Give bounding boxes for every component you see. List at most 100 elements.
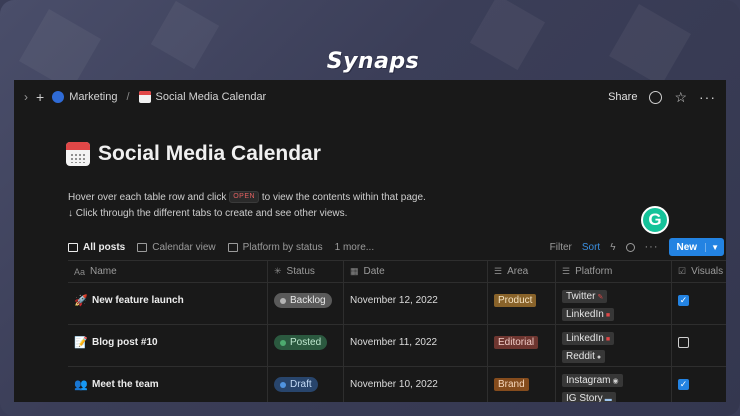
topbar-actions: Share ☆ ··· [608,89,716,106]
synaps-logo: Synaps [318,14,428,74]
visuals-cell[interactable]: ✓ [672,367,726,402]
platform-cell[interactable]: LinkedIn ■ Reddit ● [556,325,672,366]
new-button[interactable]: New ▼ [668,238,724,256]
row-title[interactable]: New feature launch [92,295,184,306]
table-row[interactable]: 👥 Meet the team Draft November 10, 2022 … [68,366,726,402]
date-cell[interactable]: November 10, 2022 [344,367,488,402]
status-cell[interactable]: Backlog [268,283,344,324]
name-cell[interactable]: 📝 Blog post #10 [68,325,268,366]
tab-more[interactable]: 1 more... [335,242,374,253]
breadcrumb: Marketing / Social Media Calendar [52,91,266,103]
posts-table: Aa Name ✳ Status ▦ Date ☰ Area ☰ Platfor… [68,260,726,402]
header-visuals[interactable]: ☑ Visuals [672,261,726,283]
top-bar: › + Marketing / Social Media Calendar Sh… [14,80,726,114]
header-label: Status [286,266,315,277]
chevron-down-icon[interactable]: ▼ [705,242,724,252]
platform-label: Instagram [566,375,611,386]
platform-tag: IG Story ▬ [562,392,616,402]
header-date[interactable]: ▦ Date [344,260,488,283]
share-button[interactable]: Share [608,91,637,103]
platform-tag: LinkedIn ■ [562,308,615,321]
status-dot [280,297,286,304]
row-title[interactable]: Blog post #10 [92,337,158,348]
date-value: November 12, 2022 [350,295,438,306]
breadcrumb-social-media-calendar[interactable]: Social Media Calendar [156,91,267,103]
search-icon[interactable] [625,242,635,252]
visuals-checkbox[interactable]: ✓ [678,295,689,306]
platform-cell[interactable]: Twitter ✎ LinkedIn ■ [556,283,672,324]
area-cell[interactable]: Product [488,283,556,324]
header-label: Area [507,266,529,277]
automation-icon[interactable]: ϟ [610,242,615,253]
bg-cube [609,4,691,86]
header-name[interactable]: Aa Name [68,260,268,283]
header-status[interactable]: ✳ Status [268,260,344,283]
grammarly-icon[interactable]: G [641,206,669,234]
sort-button[interactable]: Sort [582,242,600,253]
filter-button[interactable]: Filter [550,242,572,253]
checkbox-property-icon: ☑ [678,266,687,276]
date-property-icon: ▦ [350,266,359,276]
camera-icon: ◉ [612,378,619,385]
grammarly-letter: G [648,210,662,229]
tab-all-posts[interactable]: All posts [68,242,125,253]
memo-icon: 📝 [74,337,88,349]
header-label: Date [363,266,385,277]
tab-label: Calendar view [152,241,216,253]
area-tag: Product [494,294,537,307]
description-line-1: Hover over each table row and click OPEN… [68,190,426,206]
sidebar-toggle-icon[interactable]: › [24,90,28,104]
date-value: November 10, 2022 [350,379,438,390]
platform-label: LinkedIn [566,333,604,344]
new-page-icon[interactable]: + [36,89,44,105]
status-dot [280,339,286,346]
visuals-checkbox[interactable]: ✓ [678,379,689,390]
table-icon [68,242,78,252]
area-cell[interactable]: Editorial [488,325,556,366]
view-options-icon[interactable]: ··· [645,241,659,253]
bg-cube [19,9,101,91]
history-icon[interactable] [649,90,663,104]
marketing-icon [52,91,65,103]
page-title-text: Social Media Calendar [98,142,321,165]
platform-cell[interactable]: Instagram ◉ IG Story ▬ [556,367,672,402]
notion-window: › + Marketing / Social Media Calendar Sh… [14,80,726,402]
status-cell[interactable]: Draft [268,367,344,402]
status-cell[interactable]: Posted [268,325,344,366]
date-cell[interactable]: November 12, 2022 [344,283,488,324]
page-title: Social Media Calendar [66,142,321,166]
more-options-icon[interactable]: ··· [699,89,716,105]
row-title[interactable]: Meet the team [92,379,159,390]
name-cell[interactable]: 🚀 New feature launch [68,283,268,324]
description-line-2: ↓ Click through the different tabs to cr… [68,208,348,219]
platform-tag: Reddit ● [562,350,606,363]
tab-label: 1 more... [334,241,375,253]
visuals-cell[interactable] [672,325,726,366]
tab-platform-by-status[interactable]: Platform by status [227,242,323,253]
breadcrumb-separator: / [126,91,130,103]
visuals-checkbox[interactable] [678,337,689,348]
breadcrumb-marketing[interactable]: Marketing [69,91,117,103]
status-label: Posted [290,337,322,348]
phone-icon: ▬ [604,396,612,402]
platform-label: LinkedIn [566,309,604,320]
new-button-label: New [676,241,698,253]
area-cell[interactable]: Brand [488,367,556,402]
view-tabs: All posts Calendar view Platform by stat… [68,236,724,258]
people-icon: 👥 [74,379,88,391]
platform-label: Reddit [566,351,595,362]
calendar-view-icon [137,242,148,252]
header-platform[interactable]: ☰ Platform [556,260,672,283]
bg-cube [150,0,220,70]
select-property-icon: ☰ [494,266,503,276]
header-area[interactable]: ☰ Area [488,260,556,283]
platform-label: IG Story [566,393,603,402]
favorite-star-icon[interactable]: ☆ [674,89,687,106]
text-property-icon: Aa [74,266,86,277]
tab-calendar-view[interactable]: Calendar view [137,241,216,253]
date-cell[interactable]: November 11, 2022 [344,325,488,366]
name-cell[interactable]: 👥 Meet the team [68,367,268,402]
visuals-cell[interactable]: ✓ [672,283,726,324]
table-row[interactable]: 🚀 New feature launch Backlog November 12… [68,282,726,324]
table-row[interactable]: 📝 Blog post #10 Posted November 11, 2022… [68,324,726,366]
